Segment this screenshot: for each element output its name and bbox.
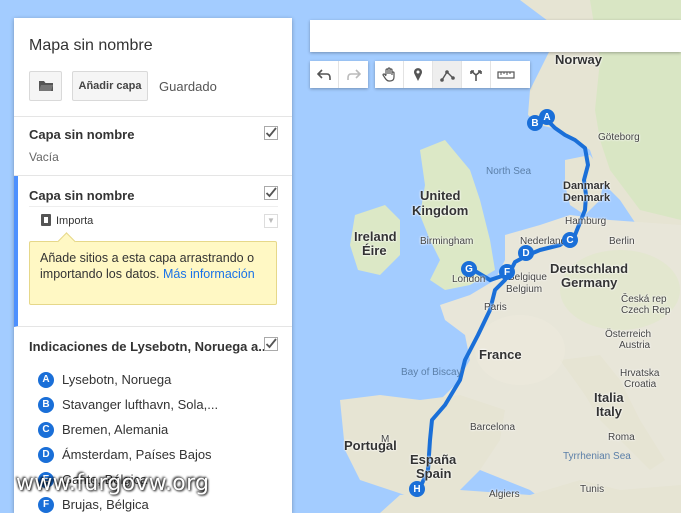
map-label-denmark: Denmark <box>563 192 611 204</box>
undo-icon <box>317 68 331 80</box>
map-label-hamburg: Hamburg <box>565 216 607 227</box>
map-label-madrid: M <box>381 434 390 445</box>
stop-label: Bremen, Alemania <box>62 422 169 437</box>
import-tip: Añade sitios a esta capa arrastrando o i… <box>29 241 277 305</box>
layer-visibility-checkbox[interactable] <box>264 126 278 140</box>
stop-marker: B <box>38 396 54 413</box>
stop-label: Lysebotn, Noruega <box>62 372 172 387</box>
pan-tool-button[interactable] <box>375 61 404 88</box>
map-label-espana: España <box>410 452 457 467</box>
open-folder-button[interactable] <box>29 71 62 101</box>
watermark: www.furgovw.org <box>16 471 210 496</box>
map-label-deutschland: Deutschland <box>550 261 629 276</box>
undo-button[interactable] <box>310 61 339 88</box>
map-label-spain: Spain <box>416 466 452 481</box>
stop-label: Brujas, Bélgica <box>62 497 149 512</box>
folder-icon <box>38 81 53 91</box>
map-label-germany: Germany <box>561 275 618 290</box>
map-label-czech: Czech Rep <box>621 305 671 316</box>
map-label-ceska: Česká rep <box>621 294 667 305</box>
map-label-france: France <box>479 347 522 362</box>
map-label-tyrrhenian: Tyrrhenian Sea <box>563 451 631 462</box>
route-marker-c[interactable]: C <box>562 232 578 248</box>
map-label-croatia: Croatia <box>624 379 657 390</box>
layer-title[interactable]: Capa sin nombre <box>29 188 134 203</box>
import-link[interactable]: Importa <box>56 215 93 227</box>
import-row[interactable]: Importa ▼ <box>29 206 278 235</box>
layer-visibility-checkbox[interactable] <box>264 186 278 200</box>
stop-marker: C <box>38 421 54 438</box>
list-item[interactable]: D Ámsterdam, Países Bajos <box>38 442 218 467</box>
save-status: Guardado <box>159 79 217 94</box>
layer-title[interactable]: Indicaciones de Lysebotn, Noruega a... <box>29 339 269 354</box>
route-marker-d[interactable]: D <box>518 245 534 261</box>
stop-label: Ámsterdam, Países Bajos <box>62 447 212 462</box>
checkmark-icon <box>264 126 278 140</box>
map-title[interactable]: Mapa sin nombre <box>29 37 153 55</box>
route-marker-f[interactable]: F <box>499 264 515 280</box>
map-label-danmark: Danmark <box>563 180 611 192</box>
map-label-roma: Roma <box>608 432 635 443</box>
map-label-barcelona: Barcelona <box>470 422 516 433</box>
map-label-hrvatska: Hrvatska <box>620 368 660 379</box>
draw-line-icon <box>439 69 455 82</box>
map-label-north-sea: North Sea <box>486 166 532 177</box>
add-marker-button[interactable] <box>404 61 433 88</box>
layer-1: Capa sin nombre Vacía <box>14 117 292 176</box>
map-label-italia: Italia <box>594 390 624 405</box>
toolbar-tools-group <box>375 61 530 88</box>
draw-line-button[interactable] <box>433 61 462 88</box>
layer-empty-text: Vacía <box>29 150 59 164</box>
map-label-paris: Paris <box>484 302 507 313</box>
stop-marker: A <box>38 371 54 388</box>
directions-icon <box>470 69 482 81</box>
route-marker-g[interactable]: G <box>461 261 477 277</box>
map-label-osterreich: Österreich <box>605 329 652 340</box>
search-input[interactable] <box>310 20 681 52</box>
route-marker-h[interactable]: H <box>409 481 425 497</box>
list-item[interactable]: A Lysebotn, Noruega <box>38 367 218 392</box>
add-layer-button[interactable]: Añadir capa <box>72 71 148 101</box>
route-marker-b[interactable]: B <box>527 115 543 131</box>
import-icon <box>41 214 51 226</box>
measure-button[interactable] <box>491 61 520 88</box>
map-label-ireland: Ireland <box>354 229 397 244</box>
add-directions-button[interactable] <box>462 61 491 88</box>
stop-marker: F <box>38 496 54 513</box>
map-label-algiers: Algiers <box>489 489 520 500</box>
list-item[interactable]: C Bremen, Alemania <box>38 417 218 442</box>
layer-visibility-checkbox[interactable] <box>264 337 278 351</box>
map-label-goteborg: Göteborg <box>598 132 640 143</box>
more-info-link[interactable]: Más información <box>163 267 255 281</box>
map-label-eire: Éire <box>362 243 387 258</box>
map-label-italy: Italy <box>596 404 623 419</box>
redo-button[interactable] <box>339 61 368 88</box>
layer-2: Capa sin nombre Importa ▼ Añade sitios a… <box>14 176 292 327</box>
map-label-birmingham: Birmingham <box>420 236 474 247</box>
map-label-united: United <box>420 188 461 203</box>
marker-icon <box>414 68 422 81</box>
checkmark-icon <box>264 186 278 200</box>
redo-icon <box>346 68 361 80</box>
stop-label: Stavanger lufthavn, Sola,... <box>62 397 219 412</box>
map-label-norway: Norway <box>555 52 602 67</box>
layer-title[interactable]: Capa sin nombre <box>29 127 134 142</box>
map-label-austria: Austria <box>619 340 651 351</box>
list-item[interactable]: B Stavanger lufthavn, Sola,... <box>38 392 218 417</box>
map-label-berlin: Berlin <box>609 236 635 247</box>
toolbar-history-group <box>310 61 368 88</box>
layers-panel: Mapa sin nombre Añadir capa Guardado Cap… <box>14 18 292 513</box>
map-search-box[interactable] <box>310 20 681 52</box>
map-label-tunis: Tunis <box>580 484 605 495</box>
stop-marker: D <box>38 446 54 463</box>
map-label-belgium: Belgium <box>506 284 543 295</box>
ruler-icon <box>496 70 515 79</box>
map-label-bay-biscay: Bay of Biscay <box>401 367 462 378</box>
panel-header: Mapa sin nombre Añadir capa Guardado <box>14 18 292 117</box>
chevron-down-icon[interactable]: ▼ <box>264 214 278 228</box>
checkmark-icon <box>264 337 278 351</box>
hand-icon <box>382 67 395 82</box>
map-label-kingdom: Kingdom <box>412 203 469 218</box>
